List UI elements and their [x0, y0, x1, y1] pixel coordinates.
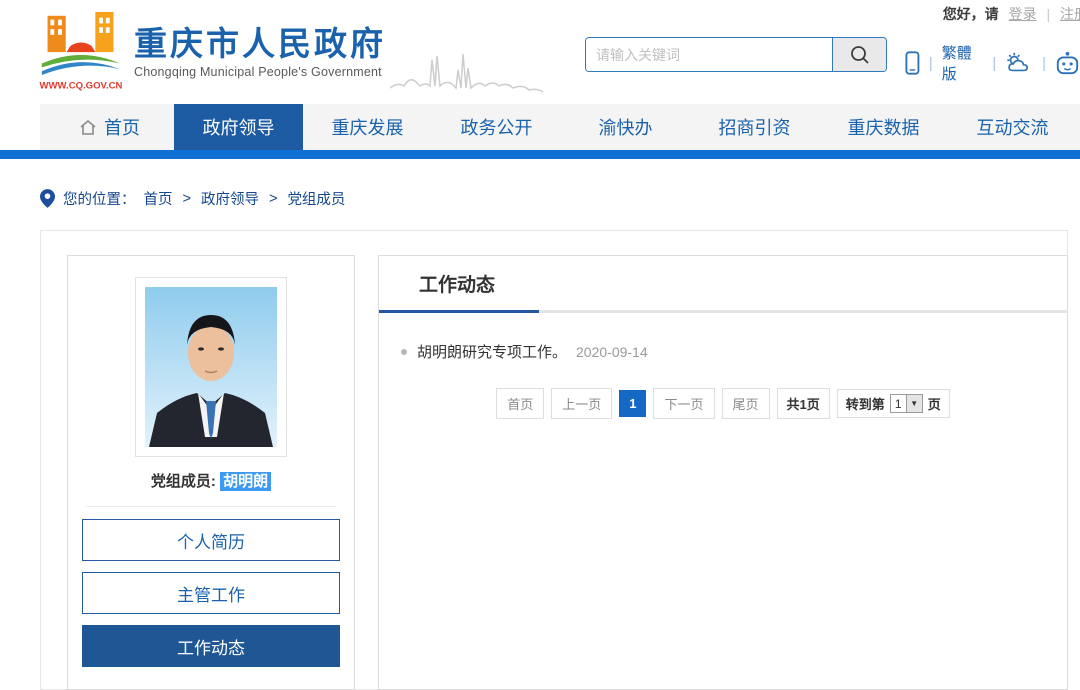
- news-list: 胡明朗研究专项工作。 2020-09-14: [379, 341, 1067, 362]
- goto-prefix-label: 转到第: [846, 394, 885, 413]
- panel-title-underline: [379, 310, 539, 313]
- nav-item-home[interactable]: 首页: [45, 104, 174, 150]
- weather-icon[interactable]: [1005, 51, 1033, 75]
- nav-item-investment[interactable]: 招商引资: [690, 104, 819, 150]
- leader-portrait-photo: [145, 287, 277, 447]
- pager-first-button[interactable]: 首页: [496, 388, 544, 419]
- breadcrumb-separator: >: [183, 191, 191, 207]
- pager-prev-button[interactable]: 上一页: [551, 388, 612, 419]
- pager-goto: 转到第 1 ▼ 页: [837, 389, 950, 418]
- pager-total-pages: 共1页: [777, 388, 830, 419]
- nav-label: 互动交流: [977, 114, 1049, 140]
- site-subtitle: Chongqing Municipal People's Government: [134, 65, 386, 79]
- nav-label: 首页: [104, 114, 140, 140]
- location-pin-icon: [40, 189, 55, 208]
- news-link[interactable]: 胡明朗研究专项工作。: [417, 341, 567, 362]
- panel-title: 工作动态: [419, 270, 495, 297]
- nav-label: 政府领导: [203, 114, 275, 140]
- chevron-down-icon: ▼: [906, 395, 922, 412]
- traditional-version-link[interactable]: 繁體版: [942, 42, 984, 84]
- breadcrumb: 您的位置： 首页 > 政府领导 > 党组成员: [40, 188, 345, 209]
- list-item[interactable]: 胡明朗研究专项工作。 2020-09-14: [401, 341, 1067, 362]
- sidebar-button-work-updates[interactable]: 工作动态: [82, 625, 340, 667]
- nav-item-chongqing-data[interactable]: 重庆数据: [819, 104, 948, 150]
- nav-accent-bar: [0, 150, 1080, 159]
- pager-last-button[interactable]: 尾页: [722, 388, 770, 419]
- page-select-dropdown[interactable]: 1 ▼: [890, 394, 923, 413]
- utils-separator: |: [1042, 55, 1046, 72]
- leader-role-label: 党组成员:: [151, 473, 216, 490]
- goto-suffix-label: 页: [928, 394, 941, 413]
- topbar-separator: |: [1046, 6, 1050, 22]
- sidebar-button-resume[interactable]: 个人简历: [82, 519, 340, 561]
- leader-name-highlighted[interactable]: 胡明朗: [220, 472, 271, 491]
- main-nav: 首页 政府领导 重庆发展 政务公开 渝快办 招商引资 重庆数据 互动交流: [45, 104, 1077, 150]
- nav-item-chongqing-development[interactable]: 重庆发展: [303, 104, 432, 150]
- breadcrumb-party-members[interactable]: 党组成员: [287, 188, 345, 209]
- breadcrumb-prefix: 您的位置：: [63, 188, 136, 209]
- search-box: [585, 37, 887, 72]
- skyline-decoration: [390, 38, 560, 96]
- sidebar-menu: 个人简历 主管工作 工作动态: [82, 519, 340, 667]
- search-input[interactable]: [586, 38, 832, 71]
- pager-current-page: 1: [619, 390, 646, 417]
- utils-separator: |: [929, 55, 933, 72]
- greeting-text: 您好，请: [943, 6, 999, 22]
- home-icon: [79, 119, 97, 136]
- sidebar-divider: [86, 506, 336, 507]
- mobile-phone-icon[interactable]: [905, 50, 920, 76]
- work-updates-panel: 工作动态 胡明朗研究专项工作。 2020-09-14 首页 上一页 1 下一页 …: [378, 255, 1068, 690]
- breadcrumb-separator: >: [269, 191, 277, 207]
- page-select-value: 1: [891, 395, 906, 412]
- search-icon: [849, 44, 871, 66]
- nav-label: 重庆数据: [848, 114, 920, 140]
- logo-emblem-icon: WWW.CQ.GOV.CN: [38, 10, 124, 98]
- nav-item-government-affairs[interactable]: 政务公开: [432, 104, 561, 150]
- utility-links: | 繁體版 | |: [905, 42, 1080, 84]
- register-link[interactable]: 注册: [1060, 6, 1080, 22]
- utils-separator: |: [992, 55, 996, 72]
- pager-next-button[interactable]: 下一页: [653, 388, 714, 419]
- site-title: 重庆市人民政府: [134, 26, 386, 62]
- sidebar-button-responsibilities[interactable]: 主管工作: [82, 572, 340, 614]
- nav-label: 招商引资: [719, 114, 791, 140]
- search-button[interactable]: [832, 38, 886, 71]
- login-link[interactable]: 登录: [1009, 6, 1037, 22]
- portrait-frame: [135, 277, 287, 457]
- nav-label: 重庆发展: [332, 114, 404, 140]
- breadcrumb-government-leaders[interactable]: 政府领导: [201, 188, 259, 209]
- nav-item-government-leaders[interactable]: 政府领导: [174, 104, 303, 150]
- svg-text:WWW.CQ.GOV.CN: WWW.CQ.GOV.CN: [40, 80, 123, 91]
- nav-item-yukuaiban[interactable]: 渝快办: [561, 104, 690, 150]
- robot-assistant-icon[interactable]: [1055, 50, 1080, 76]
- panel-header: 工作动态: [379, 256, 1067, 313]
- leader-sidebar: 党组成员: 胡明朗 个人简历 主管工作 工作动态: [67, 255, 355, 690]
- topbar: 您好，请 登录 | 注册: [943, 4, 1080, 24]
- site-logo[interactable]: WWW.CQ.GOV.CN 重庆市人民政府 Chongqing Municipa…: [38, 10, 560, 98]
- breadcrumb-home[interactable]: 首页: [144, 188, 173, 209]
- nav-label: 政务公开: [461, 114, 533, 140]
- nav-item-interaction[interactable]: 互动交流: [948, 104, 1077, 150]
- bullet-icon: [401, 349, 407, 355]
- leader-name-row: 党组成员: 胡明朗: [68, 470, 354, 491]
- pagination: 首页 上一页 1 下一页 尾页 共1页 转到第 1 ▼ 页: [379, 388, 1067, 419]
- nav-label: 渝快办: [599, 114, 653, 140]
- news-date: 2020-09-14: [576, 344, 648, 360]
